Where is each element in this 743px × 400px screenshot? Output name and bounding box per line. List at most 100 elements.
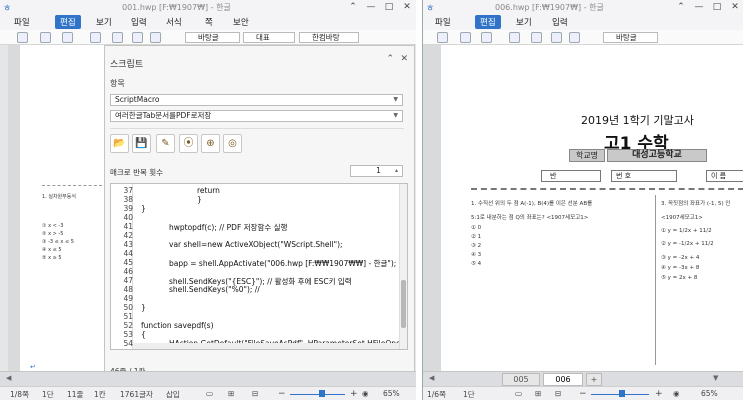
zoom-level[interactable]: 65% (701, 389, 718, 398)
item-select[interactable]: ScriptMacro ▼ (110, 94, 403, 106)
maximize-button[interactable]: □ (381, 1, 397, 13)
view-normal-icon[interactable]: ▭ (206, 389, 213, 398)
school-label-box: 학교명 (569, 149, 605, 162)
format-toolbar: 바탕글 (423, 30, 743, 45)
left-hwp-window: ㅎ 001.hwp [F:₩1907₩] - 한글 ⌃ — □ ✕ 파일 편집 … (0, 0, 416, 400)
save-icon[interactable]: 💾 (132, 134, 151, 153)
view-web-icon[interactable]: ⊟ (555, 389, 561, 398)
menu-format[interactable]: 서식 (166, 16, 182, 28)
name-label: 이 름 (711, 172, 727, 180)
font-combo[interactable]: 한컴바탕 (299, 32, 359, 43)
horizontal-scrollbar[interactable] (133, 343, 399, 349)
open-folder-icon[interactable]: 📂 (110, 134, 129, 153)
line-number: 37 (123, 186, 133, 195)
menu-file[interactable]: 파일 (435, 16, 451, 28)
view-page-icon[interactable]: ⊞ (535, 389, 541, 398)
zoom-in-icon[interactable]: + (655, 389, 663, 399)
panel-close-icon[interactable]: ✕ (400, 54, 408, 64)
tab-006[interactable]: 006 (543, 373, 583, 386)
record-icon[interactable]: ⦿ (179, 134, 198, 153)
style-combo[interactable]: 바탕글 (603, 32, 658, 43)
school-name-box: 대성고등학교 (607, 149, 707, 162)
maximize-button[interactable]: □ (709, 1, 725, 13)
line-number: 38 (123, 195, 133, 204)
menu-security[interactable]: 보안 (233, 16, 249, 28)
print-icon[interactable] (509, 32, 520, 43)
zoom-in-icon[interactable]: + (350, 389, 358, 399)
document-area[interactable]: 1. 실차원부등식 ① x < -3 ② x > -5 ③ -3 ≤ x ≤ 5… (8, 45, 112, 385)
open-icon[interactable] (460, 32, 471, 43)
line-number: 39 (123, 204, 133, 213)
cut-icon[interactable] (112, 32, 123, 43)
tab-005[interactable]: 005 (502, 373, 540, 386)
font-size-combo[interactable]: 대표 (243, 32, 295, 43)
doc-line: 1. 실차원부등식 (42, 194, 76, 200)
open-icon[interactable] (40, 32, 51, 43)
copy-icon[interactable] (551, 32, 562, 43)
repeat-count-spinner[interactable]: 1 ▴ (350, 165, 403, 177)
view-page-icon[interactable]: ⊞ (228, 389, 234, 398)
spinner-arrows-icon[interactable]: ▴ (395, 166, 398, 176)
code-editor[interactable]: 37 return 38} 39} 40 41 hwptopdf(c); // PDF 저장… (110, 183, 408, 350)
vertical-scrollbar[interactable] (399, 184, 407, 349)
menu-view[interactable]: 보기 (96, 16, 112, 28)
copy-icon[interactable] (132, 32, 143, 43)
q3-choice: ② y = -1/2x + 11/2 (661, 241, 714, 247)
ribbon-toggle-icon[interactable]: ⌃ (345, 1, 361, 13)
menu-file[interactable]: 파일 (14, 16, 30, 28)
menu-view[interactable]: 보기 (516, 16, 532, 28)
zoom-slider-thumb[interactable] (619, 390, 625, 397)
code-line: bapp = shell.AppActivate("006.hwp [F:₩₩1… (169, 259, 397, 268)
zoom-out-icon[interactable]: − (579, 389, 587, 399)
minimize-button[interactable]: — (691, 1, 707, 13)
doc-tab-strip: ◀ 005 006 + ▼ (423, 371, 743, 386)
status-mode: 삽입 (166, 390, 180, 399)
document-area[interactable]: 2019년 1학기 기말고사 고1 수학 학교명 대성고등학교 반 번 호 이 … (423, 45, 743, 371)
zoom-out-icon[interactable]: − (278, 389, 286, 399)
add-tab-button[interactable]: + (586, 373, 602, 386)
window-title: 006.hwp [F:₩1907₩] - 한글 (495, 3, 604, 12)
view-web-icon[interactable]: ⊟ (252, 389, 258, 398)
save-icon[interactable] (62, 32, 73, 43)
tab-menu-icon[interactable]: ▼ (713, 374, 718, 382)
new-doc-icon[interactable] (17, 32, 28, 43)
new-doc-icon[interactable] (437, 32, 448, 43)
menu-input[interactable]: 입력 (552, 16, 568, 28)
add-macro-icon[interactable]: ⊕ (201, 134, 220, 153)
menu-input[interactable]: 입력 (131, 16, 147, 28)
hwp-app-icon: ㅎ (3, 4, 12, 14)
tab-scroll-left-icon[interactable]: ◀ (6, 374, 11, 382)
q3-choice: ③ y = -2x + 4 (661, 255, 700, 261)
item-label: 항목 (110, 79, 125, 88)
close-button[interactable]: ✕ (727, 1, 743, 13)
zoom-fit-icon[interactable]: ◉ (673, 389, 680, 398)
view-normal-icon[interactable]: ▭ (515, 389, 522, 398)
run-macro-icon[interactable]: ◎ (223, 134, 242, 153)
paste-icon[interactable] (150, 32, 161, 43)
macro-select[interactable]: 여러한글Tab문서를PDF로저장 ▼ (110, 110, 403, 122)
q1-choice: ③ 2 (471, 243, 482, 249)
tab-scroll-left-icon[interactable]: ◀ (429, 374, 434, 382)
menu-edit[interactable]: 편집 (475, 15, 501, 29)
pin-icon[interactable]: ⌃ (386, 54, 394, 64)
cut-icon[interactable] (531, 32, 542, 43)
column-divider (655, 195, 656, 365)
paste-icon[interactable] (569, 32, 580, 43)
code-line: } (197, 195, 202, 204)
print-icon[interactable] (90, 32, 101, 43)
ribbon-toggle-icon[interactable]: ⌃ (673, 1, 689, 13)
zoom-fit-icon[interactable]: ◉ (362, 389, 369, 398)
script-edit-icon[interactable]: ✎ (156, 134, 175, 153)
scroll-thumb[interactable] (401, 280, 406, 328)
menu-edit[interactable]: 편집 (55, 15, 81, 29)
doc-tab-strip: ◀ (0, 371, 416, 386)
line-number: 44 (123, 249, 133, 258)
save-icon[interactable] (481, 32, 492, 43)
zoom-slider-thumb[interactable] (319, 390, 325, 397)
minimize-button[interactable]: — (363, 1, 379, 13)
zoom-slider[interactable] (290, 394, 345, 395)
style-combo[interactable]: 바탕글 (185, 32, 240, 43)
zoom-level[interactable]: 65% (383, 389, 400, 398)
menu-page[interactable]: 쪽 (205, 16, 213, 28)
close-button[interactable]: ✕ (399, 1, 415, 13)
